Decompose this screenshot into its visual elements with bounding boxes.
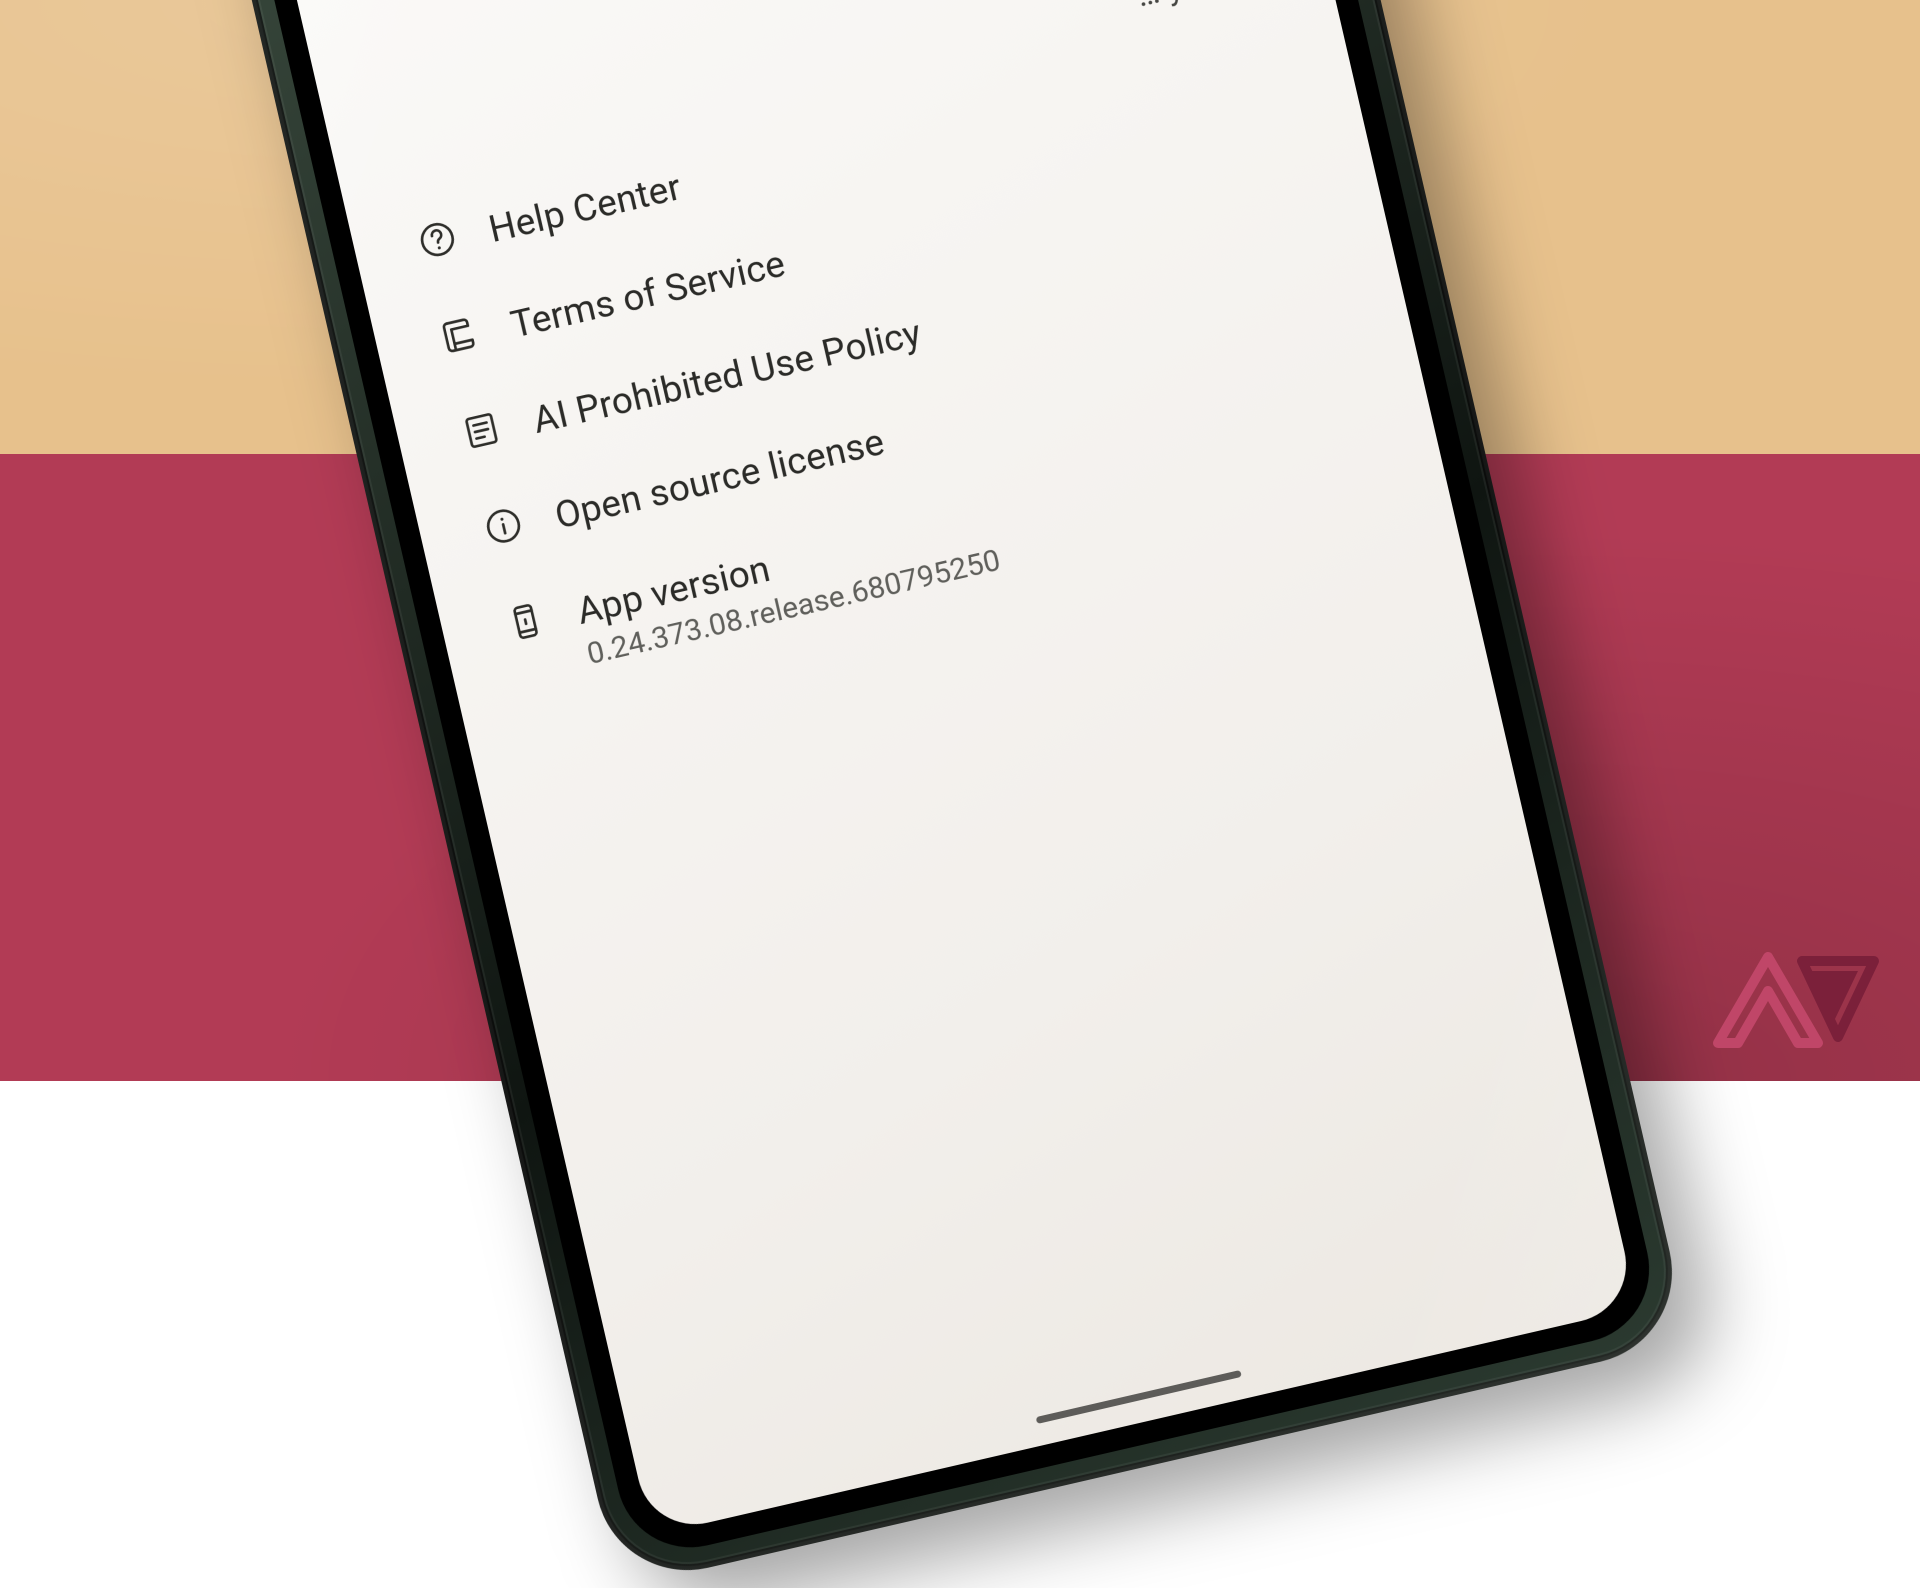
info-icon (477, 501, 532, 556)
article-icon (454, 405, 509, 460)
help-icon (410, 214, 465, 269)
device-icon (499, 596, 554, 651)
watermark-ap-logo (1706, 939, 1886, 1059)
scroll-icon (432, 310, 487, 365)
